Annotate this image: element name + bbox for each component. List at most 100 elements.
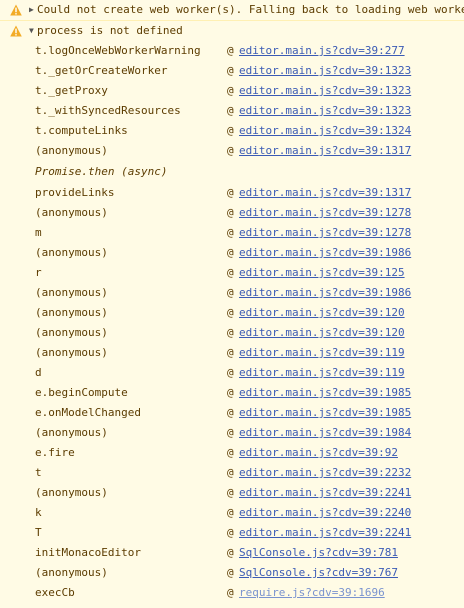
at-symbol: @: [227, 386, 234, 399]
stack-frame-function: (anonymous): [35, 144, 108, 157]
at-symbol: @: [227, 486, 234, 499]
at-symbol: @: [227, 64, 234, 77]
console-message-text[interactable]: process is not defined: [37, 21, 183, 41]
source-link[interactable]: editor.main.js?cdv=39:2241: [239, 523, 411, 543]
stack-frame: (anonymous) @ editor.main.js?cdv=39:119: [0, 343, 464, 363]
source-link[interactable]: editor.main.js?cdv=39:1986: [239, 243, 411, 263]
source-link[interactable]: editor.main.js?cdv=39:1317: [239, 141, 411, 161]
stack-frame-function: execCb: [35, 586, 75, 599]
console-message-text[interactable]: Could not create web worker(s). Falling …: [37, 0, 464, 20]
stack-frame: (anonymous) @ editor.main.js?cdv=39:1986: [0, 283, 464, 303]
stack-frame-function: t._withSyncedResources: [35, 104, 181, 117]
at-symbol: @: [227, 44, 234, 57]
at-symbol: @: [227, 586, 234, 599]
source-link[interactable]: editor.main.js?cdv=39:1323: [239, 81, 411, 101]
source-link[interactable]: editor.main.js?cdv=39:1986: [239, 283, 411, 303]
source-link[interactable]: editor.main.js?cdv=39:1985: [239, 383, 411, 403]
stack-frame: t @ editor.main.js?cdv=39:2232: [0, 463, 464, 483]
stack-frame-function: t._getOrCreateWorker: [35, 64, 168, 77]
stack-frame-function: (anonymous): [35, 306, 108, 319]
stack-frame-function: d: [35, 366, 42, 379]
stack-frame: (anonymous) @ editor.main.js?cdv=39:1317: [0, 141, 464, 161]
at-symbol: @: [227, 326, 234, 339]
stack-frame-function: m: [35, 226, 42, 239]
stack-frame-function: e.onModelChanged: [35, 406, 141, 419]
at-symbol: @: [227, 206, 234, 219]
stack-frame-function: t: [35, 466, 42, 479]
at-symbol: @: [227, 186, 234, 199]
stack-frame-function: t.computeLinks: [35, 124, 128, 137]
stack-frame: provideLinks @ editor.main.js?cdv=39:1317: [0, 183, 464, 203]
stack-frame: (anonymous) @ editor.main.js?cdv=39:120: [0, 303, 464, 323]
stack-frame-function: (anonymous): [35, 426, 108, 439]
source-link[interactable]: editor.main.js?cdv=39:277: [239, 41, 405, 61]
stack-frame-function: e.fire: [35, 446, 75, 459]
at-symbol: @: [227, 226, 234, 239]
at-symbol: @: [227, 124, 234, 137]
source-link[interactable]: editor.main.js?cdv=39:2232: [239, 463, 411, 483]
stack-frame-function: T: [35, 526, 42, 539]
at-symbol: @: [227, 346, 234, 359]
source-link[interactable]: editor.main.js?cdv=39:119: [239, 363, 405, 383]
stack-frame-function: e.beginCompute: [35, 386, 128, 399]
at-symbol: @: [227, 546, 234, 559]
collapse-triangle-icon[interactable]: ▼: [29, 21, 37, 41]
stack-frame: m @ editor.main.js?cdv=39:1278: [0, 223, 464, 243]
at-symbol: @: [227, 104, 234, 117]
stack-frame: (anonymous) @ editor.main.js?cdv=39:120: [0, 323, 464, 343]
stack-trace: t.logOnceWebWorkerWarning @ editor.main.js…: [0, 41, 464, 603]
stack-frame: (anonymous) @ editor.main.js?cdv=39:2241: [0, 483, 464, 503]
at-symbol: @: [227, 144, 234, 157]
source-link[interactable]: editor.main.js?cdv=39:1278: [239, 223, 411, 243]
source-link[interactable]: SqlConsole.js?cdv=39:781: [239, 543, 398, 563]
source-link[interactable]: editor.main.js?cdv=39:1323: [239, 101, 411, 121]
source-link[interactable]: editor.main.js?cdv=39:92: [239, 443, 398, 463]
stack-frame: (anonymous) @ editor.main.js?cdv=39:1984: [0, 423, 464, 443]
stack-frame-function: t._getProxy: [35, 84, 108, 97]
source-link[interactable]: editor.main.js?cdv=39:119: [239, 343, 405, 363]
warning-icon: [10, 25, 22, 37]
stack-frame-function: (anonymous): [35, 346, 108, 359]
stack-frame-function: (anonymous): [35, 206, 108, 219]
at-symbol: @: [227, 84, 234, 97]
source-link[interactable]: editor.main.js?cdv=39:120: [239, 303, 405, 323]
at-symbol: @: [227, 446, 234, 459]
stack-frame-function: (anonymous): [35, 326, 108, 339]
stack-frame-function: (anonymous): [35, 566, 108, 579]
source-link[interactable]: editor.main.js?cdv=39:120: [239, 323, 405, 343]
source-link[interactable]: editor.main.js?cdv=39:1278: [239, 203, 411, 223]
source-link[interactable]: editor.main.js?cdv=39:1984: [239, 423, 411, 443]
stack-frame-function: (anonymous): [35, 286, 108, 299]
at-symbol: @: [227, 366, 234, 379]
stack-frame: execCb @ require.js?cdv=39:1696: [0, 583, 464, 603]
source-link[interactable]: editor.main.js?cdv=39:1985: [239, 403, 411, 423]
stack-frame-function: t.logOnceWebWorkerWarning: [35, 44, 201, 57]
source-link[interactable]: editor.main.js?cdv=39:1324: [239, 121, 411, 141]
console-message-warning-worker[interactable]: ▶ Could not create web worker(s). Fallin…: [0, 0, 464, 21]
stack-frame: initMonacoEditor @ SqlConsole.js?cdv=39:78…: [0, 543, 464, 563]
stack-frame: d @ editor.main.js?cdv=39:119: [0, 363, 464, 383]
at-symbol: @: [227, 466, 234, 479]
source-link[interactable]: editor.main.js?cdv=39:2240: [239, 503, 411, 523]
stack-frame: e.onModelChanged @ editor.main.js?cdv=39:1…: [0, 403, 464, 423]
source-link[interactable]: SqlConsole.js?cdv=39:767: [239, 563, 398, 583]
source-link[interactable]: editor.main.js?cdv=39:125: [239, 263, 405, 283]
stack-frame-function: (anonymous): [35, 246, 108, 259]
at-symbol: @: [227, 426, 234, 439]
warning-icon: [10, 4, 22, 16]
source-link[interactable]: editor.main.js?cdv=39:1317: [239, 183, 411, 203]
stack-frame-function: provideLinks: [35, 186, 115, 199]
source-link[interactable]: editor.main.js?cdv=39:2241: [239, 483, 411, 503]
source-link[interactable]: editor.main.js?cdv=39:1323: [239, 61, 411, 81]
stack-frame-function: (anonymous): [35, 486, 108, 499]
source-link[interactable]: require.js?cdv=39:1696: [239, 583, 385, 603]
console-message-warning-process[interactable]: ▼ process is not defined: [0, 21, 464, 41]
at-symbol: @: [227, 266, 234, 279]
at-symbol: @: [227, 306, 234, 319]
stack-frame: T @ editor.main.js?cdv=39:2241: [0, 523, 464, 543]
async-label: Promise.then (async): [35, 165, 168, 178]
stack-frame: k @ editor.main.js?cdv=39:2240: [0, 503, 464, 523]
stack-frame-function: r: [35, 266, 42, 279]
at-symbol: @: [227, 566, 234, 579]
expand-triangle-icon[interactable]: ▶: [29, 0, 37, 20]
